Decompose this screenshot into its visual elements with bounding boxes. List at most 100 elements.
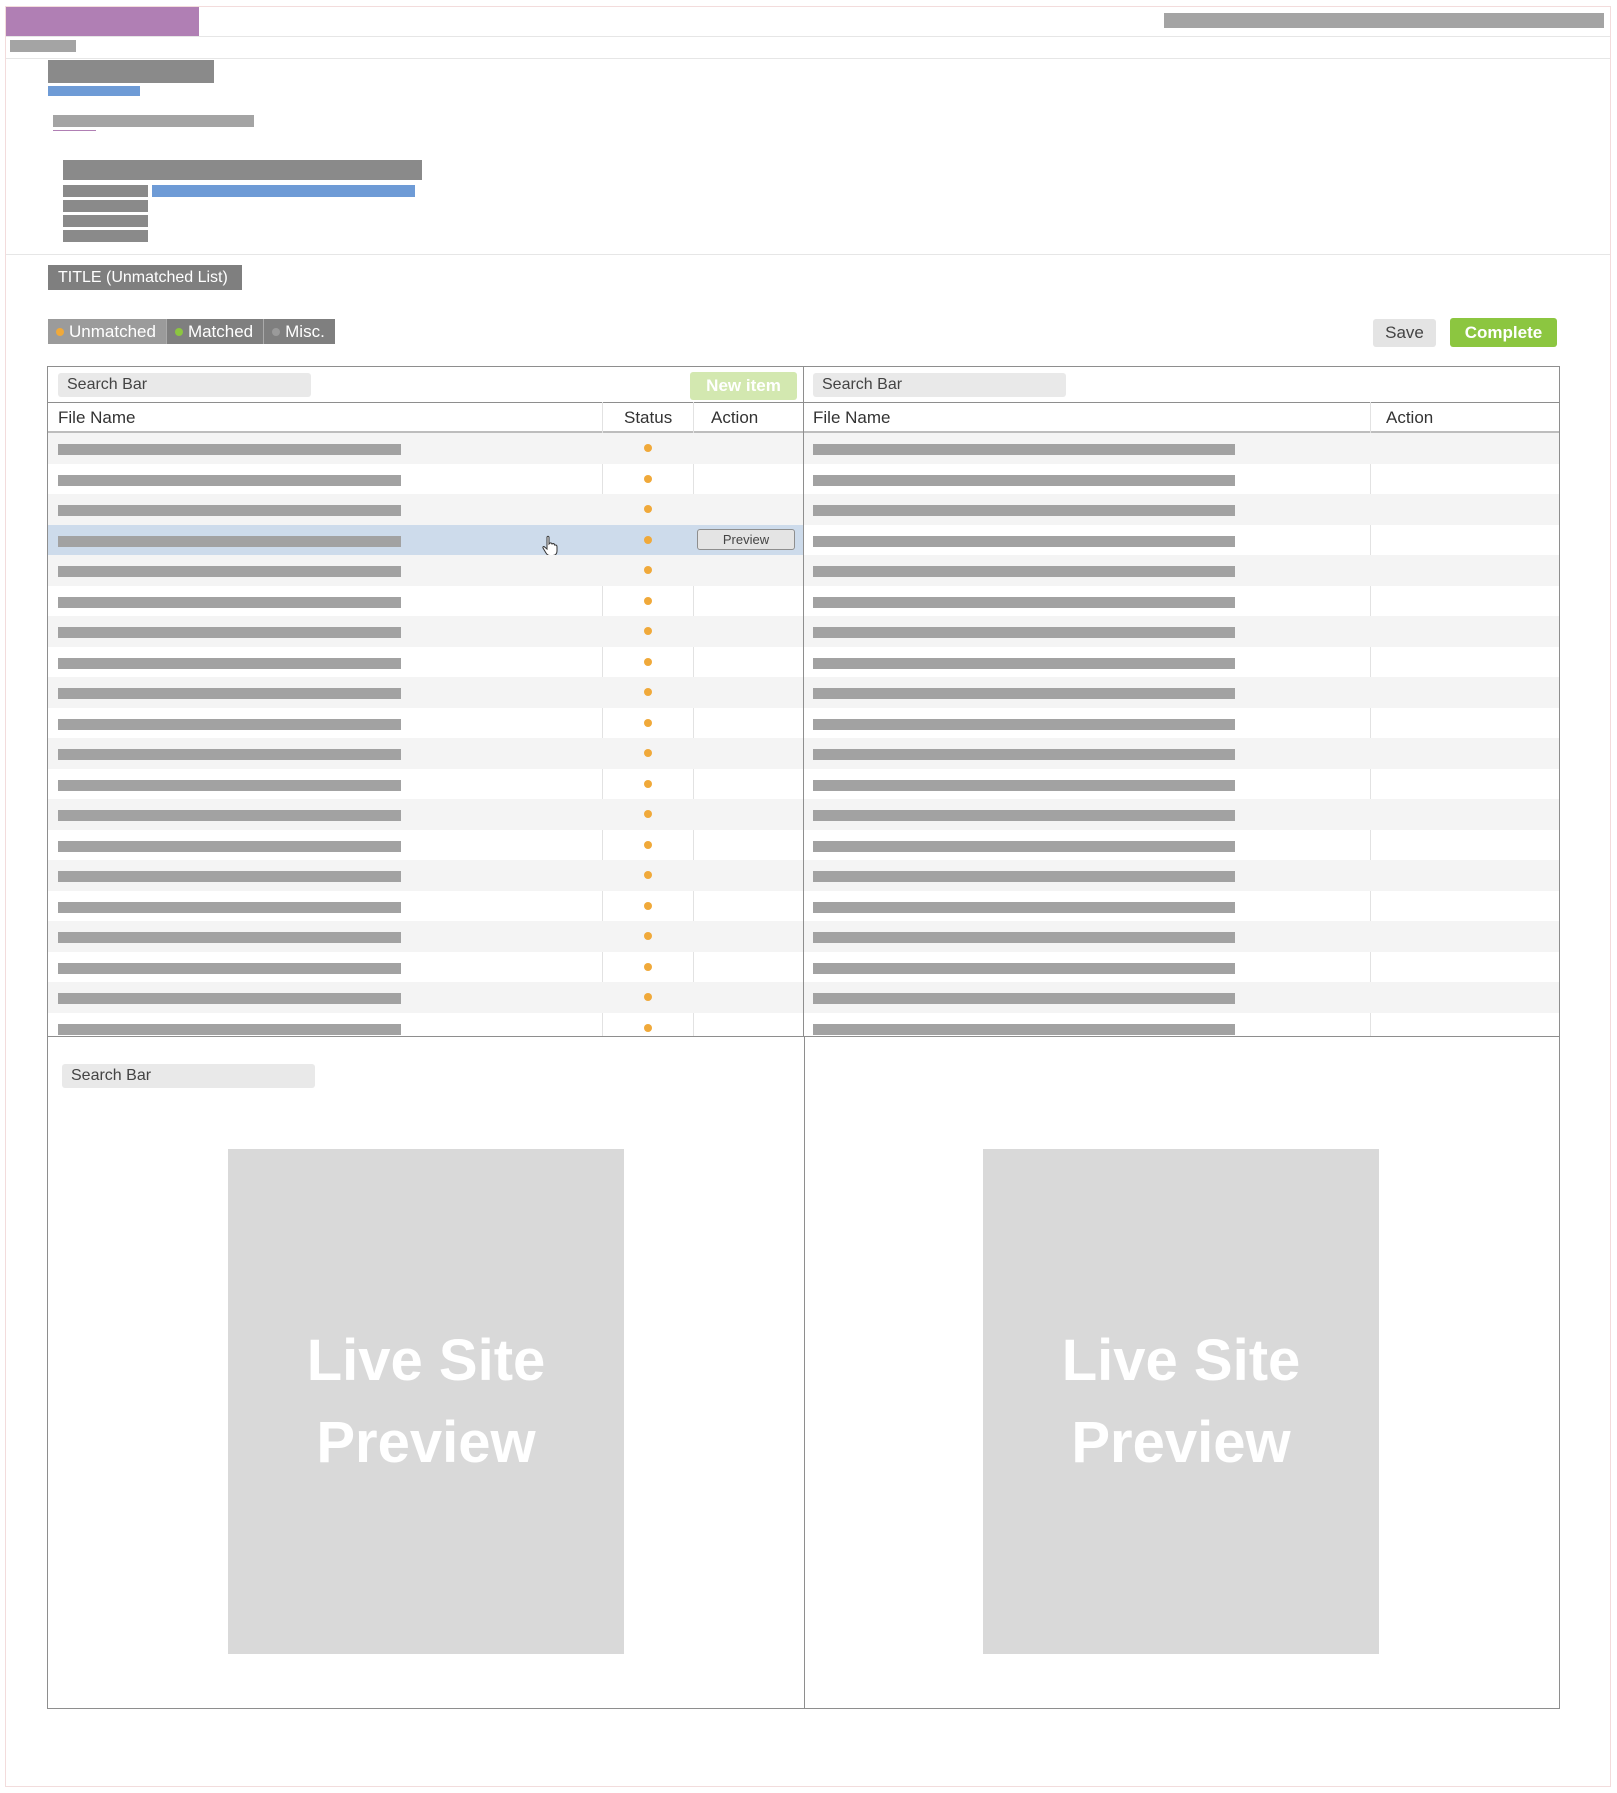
file-name-placeholder bbox=[58, 1023, 401, 1035]
table-row[interactable] bbox=[804, 982, 1559, 1013]
table-row[interactable] bbox=[804, 860, 1559, 891]
table-row[interactable]: Preview bbox=[48, 524, 804, 556]
brand-logo[interactable] bbox=[6, 7, 199, 36]
column-header-file-name[interactable]: File Name bbox=[58, 403, 135, 432]
table-row[interactable] bbox=[48, 1013, 804, 1037]
table-row[interactable] bbox=[48, 982, 804, 1013]
table-row[interactable] bbox=[804, 921, 1559, 952]
table-row[interactable] bbox=[48, 586, 804, 617]
file-name-placeholder bbox=[58, 505, 401, 516]
page-description-underline bbox=[53, 130, 96, 131]
table-row[interactable] bbox=[48, 769, 804, 800]
status-dot-icon bbox=[644, 871, 652, 879]
tab-unmatched[interactable]: Unmatched bbox=[48, 319, 167, 344]
info-link[interactable] bbox=[152, 185, 415, 197]
info-label-4 bbox=[63, 230, 148, 242]
table-row[interactable] bbox=[48, 952, 804, 983]
file-name-placeholder bbox=[58, 627, 401, 638]
new-item-button[interactable]: New item bbox=[690, 372, 797, 400]
table-row[interactable] bbox=[804, 769, 1559, 800]
header-divider bbox=[6, 36, 1610, 37]
file-name-placeholder bbox=[813, 871, 1235, 882]
search-input[interactable]: Search Bar bbox=[58, 373, 311, 397]
status-dot-icon bbox=[644, 657, 652, 666]
file-name-placeholder bbox=[813, 657, 1235, 669]
table-row[interactable] bbox=[48, 616, 804, 647]
section-divider bbox=[6, 254, 1610, 255]
file-name-placeholder bbox=[58, 688, 401, 699]
table-row[interactable] bbox=[48, 738, 804, 769]
table-row[interactable] bbox=[804, 494, 1559, 525]
table-row[interactable] bbox=[48, 860, 804, 891]
column-header-file-name[interactable]: File Name bbox=[813, 403, 890, 432]
list-title: TITLE (Unmatched List) bbox=[48, 265, 242, 290]
table-row[interactable] bbox=[804, 799, 1559, 830]
tab-misc[interactable]: Misc. bbox=[264, 319, 335, 344]
table-row[interactable] bbox=[48, 647, 804, 678]
table-header: File Name Status Action bbox=[48, 402, 804, 433]
table-row[interactable] bbox=[804, 464, 1559, 495]
tab-matched[interactable]: Matched bbox=[167, 319, 265, 344]
column-header-status[interactable]: Status bbox=[624, 403, 672, 432]
table-row[interactable] bbox=[804, 738, 1559, 769]
complete-button[interactable]: Complete bbox=[1450, 318, 1557, 347]
live-site-preview-right[interactable]: Live Site Preview bbox=[983, 1149, 1379, 1654]
preview-button[interactable]: Preview bbox=[697, 528, 795, 550]
file-name-placeholder bbox=[58, 749, 401, 760]
unmatched-dot-icon bbox=[56, 327, 64, 336]
status-tabs: Unmatched Matched Misc. bbox=[48, 319, 335, 344]
column-header-action[interactable]: Action bbox=[711, 403, 758, 432]
table-row[interactable] bbox=[804, 708, 1559, 739]
file-name-placeholder bbox=[813, 962, 1235, 974]
file-name-placeholder bbox=[813, 718, 1235, 730]
table-row[interactable] bbox=[804, 891, 1559, 922]
hand-cursor-icon bbox=[542, 535, 558, 556]
table-row[interactable] bbox=[48, 830, 804, 861]
page-description bbox=[53, 115, 254, 127]
table-row[interactable] bbox=[48, 677, 804, 708]
page-subtitle-link[interactable] bbox=[48, 86, 140, 96]
status-dot-icon bbox=[644, 688, 652, 696]
table-row[interactable] bbox=[804, 586, 1559, 617]
table-row[interactable] bbox=[804, 555, 1559, 586]
file-name-placeholder bbox=[58, 932, 401, 943]
info-label-1 bbox=[63, 185, 148, 197]
status-dot-icon bbox=[644, 932, 652, 940]
file-name-placeholder bbox=[813, 749, 1235, 760]
table-row[interactable] bbox=[48, 921, 804, 952]
matched-list-panel: Search Bar File Name Action bbox=[803, 366, 1560, 1037]
table-row[interactable] bbox=[804, 952, 1559, 983]
table-row[interactable] bbox=[48, 555, 804, 586]
file-name-placeholder bbox=[58, 566, 401, 577]
preview-search-input[interactable]: Search Bar bbox=[62, 1064, 315, 1088]
file-name-placeholder bbox=[813, 840, 1235, 852]
table-row[interactable] bbox=[48, 799, 804, 830]
file-name-placeholder bbox=[58, 474, 401, 486]
table-row[interactable] bbox=[804, 525, 1559, 556]
table-row[interactable] bbox=[48, 891, 804, 922]
breadcrumb[interactable] bbox=[10, 40, 76, 52]
live-site-preview-left[interactable]: Live Site Preview bbox=[228, 1149, 624, 1654]
status-dot-icon bbox=[644, 535, 652, 544]
table-row[interactable] bbox=[48, 708, 804, 739]
info-label-2 bbox=[63, 200, 148, 212]
table-row[interactable] bbox=[804, 677, 1559, 708]
table-row[interactable] bbox=[48, 433, 804, 464]
save-button[interactable]: Save bbox=[1373, 319, 1436, 347]
column-header-action[interactable]: Action bbox=[1386, 403, 1433, 432]
table-row[interactable] bbox=[804, 433, 1559, 464]
status-dot-icon bbox=[644, 779, 652, 788]
table-row[interactable] bbox=[804, 1013, 1559, 1037]
table-row[interactable] bbox=[48, 494, 804, 525]
table-row[interactable] bbox=[804, 616, 1559, 647]
table-row[interactable] bbox=[48, 464, 804, 495]
status-dot-icon bbox=[644, 596, 652, 605]
table-row[interactable] bbox=[804, 647, 1559, 678]
header-user-info[interactable] bbox=[1164, 13, 1604, 28]
file-name-placeholder bbox=[813, 474, 1235, 486]
search-input[interactable]: Search Bar bbox=[813, 373, 1066, 397]
file-name-placeholder bbox=[58, 810, 401, 821]
preview-label: Live Site bbox=[1061, 1327, 1301, 1393]
table-row[interactable] bbox=[804, 830, 1559, 861]
preview-label: Preview bbox=[1071, 1409, 1291, 1475]
